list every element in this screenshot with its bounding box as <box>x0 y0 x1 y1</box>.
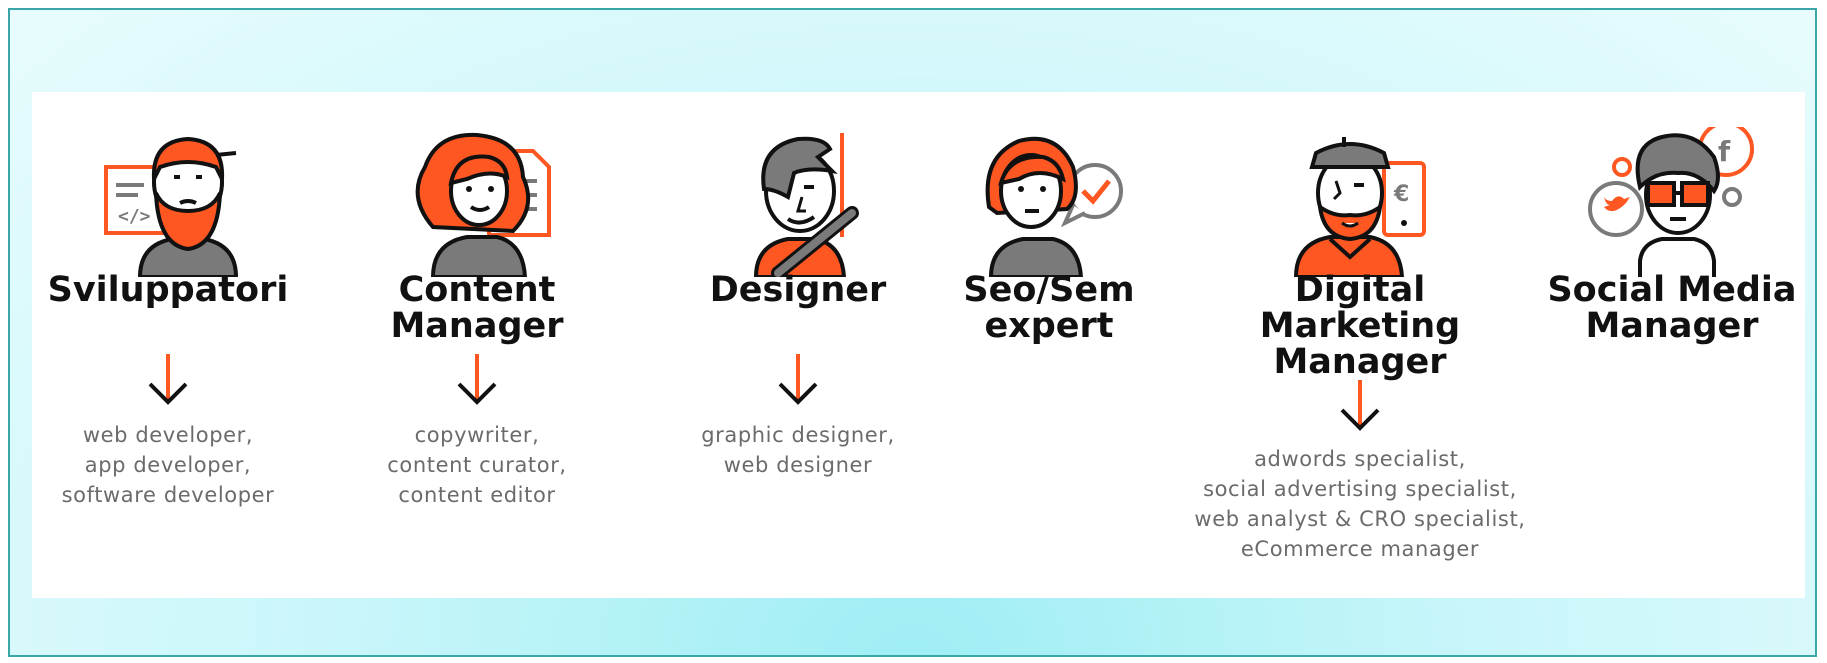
profile-title: Content Manager <box>390 270 564 346</box>
arrow-down-icon <box>778 354 818 405</box>
svg-text:</>: </> <box>118 206 151 227</box>
svg-text:f: f <box>1718 135 1731 168</box>
social-media-avatar-icon: f <box>1588 127 1754 277</box>
profile-roles: copywriter, content curator, content edi… <box>387 423 567 507</box>
arrow-down-icon <box>457 354 497 405</box>
profile-roles: graphic designer, web designer <box>701 423 895 477</box>
profile-title: Sviluppatori <box>47 270 289 310</box>
content-manager-avatar-icon <box>415 132 551 277</box>
marketing-manager-avatar-icon: € <box>1293 137 1426 277</box>
profile-title: Seo/Sem expert <box>963 270 1135 346</box>
profile-title: Digital Marketing Manager <box>1259 270 1461 382</box>
seo-sem-avatar-icon <box>985 136 1123 277</box>
developer-avatar-icon: </> <box>104 136 239 277</box>
arrow-down-icon <box>1340 380 1380 431</box>
profile-title: Social Media Manager <box>1547 270 1797 346</box>
arrow-down-icon <box>148 354 188 405</box>
infographic-frame: </> Sviluppatori web developer, app deve… <box>8 8 1817 657</box>
designer-avatar-icon <box>753 133 859 277</box>
svg-text:€: € <box>1393 182 1409 207</box>
profile-roles: adwords specialist, social advertising s… <box>1194 447 1526 561</box>
profile-roles: web developer, app developer, software d… <box>61 423 275 507</box>
profiles-panel: </> Sviluppatori web developer, app deve… <box>32 92 1805 598</box>
